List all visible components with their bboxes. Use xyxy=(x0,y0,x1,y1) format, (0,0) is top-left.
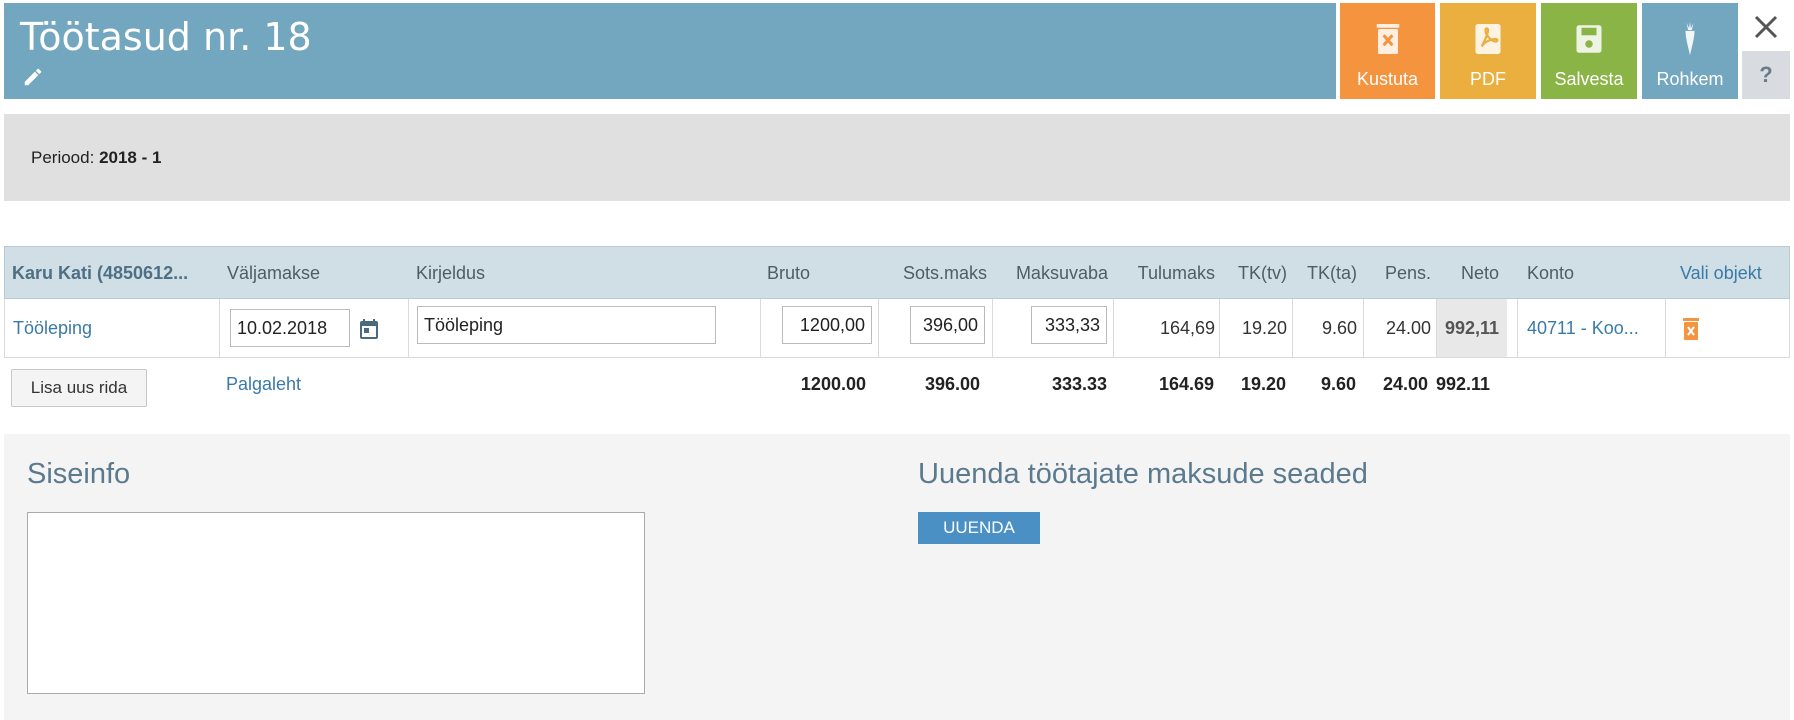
totals-row: Lisa uus rida Palgaleht 1200.00 396.00 3… xyxy=(4,359,1790,419)
bottom-panel: Siseinfo Uuenda töötajate maksude seaded… xyxy=(4,434,1790,720)
total-social-tax: 396.00 xyxy=(924,374,980,394)
trash-icon xyxy=(1376,24,1399,54)
description-input[interactable]: Tööleping xyxy=(417,306,716,344)
col-net: Neto xyxy=(1460,263,1499,283)
pdf-label: PDF xyxy=(1470,69,1506,89)
more-label: Rohkem xyxy=(1656,69,1724,89)
total-tax-free: 333.33 xyxy=(1051,374,1107,394)
col-account: Konto xyxy=(1527,263,1575,283)
account-link[interactable]: 40711 - Koo... xyxy=(1527,299,1639,358)
period-value: 2018 - 1 xyxy=(99,148,162,167)
col-tax-free: Maksuvaba xyxy=(1015,263,1108,283)
total-pension: 24.00 xyxy=(1382,374,1428,394)
payslip-link[interactable]: Palgaleht xyxy=(226,359,301,409)
income-tax-value: 164,69 xyxy=(1159,318,1215,338)
net-value: 992,11 xyxy=(1444,318,1499,338)
gross-input[interactable]: 1200,00 xyxy=(782,306,872,344)
col-employee[interactable]: Karu Kati (4850612... xyxy=(12,247,188,300)
total-income-tax: 164.69 xyxy=(1158,374,1214,394)
internal-notes-textarea[interactable] xyxy=(27,512,645,694)
header-bar: Töötasud nr. 18 xyxy=(4,3,1336,99)
save-label: Salvesta xyxy=(1554,69,1624,89)
tk-tv-value: 19.20 xyxy=(1241,318,1287,338)
close-icon[interactable] xyxy=(1742,3,1790,51)
col-pension: Pens. xyxy=(1384,263,1431,283)
edit-icon[interactable] xyxy=(22,66,44,88)
update-button[interactable]: UUENDA xyxy=(918,512,1040,544)
period-bar: Periood: 2018 - 1 xyxy=(4,114,1790,201)
choose-object-link[interactable]: Vali objekt xyxy=(1680,247,1762,300)
contract-type-link[interactable]: Tööleping xyxy=(13,299,92,358)
total-net: 992.11 xyxy=(1436,374,1491,394)
col-social-tax: Sots.maks xyxy=(902,263,987,283)
calendar-icon[interactable] xyxy=(357,317,381,341)
total-tk-ta: 9.60 xyxy=(1320,374,1356,394)
page-title: Töötasud nr. 18 xyxy=(20,15,312,59)
more-button[interactable]: Rohkem xyxy=(1642,3,1738,99)
delete-row-icon[interactable] xyxy=(1681,317,1701,341)
tax-free-input[interactable]: 333,33 xyxy=(1031,306,1107,344)
total-tk-tv: 19.20 xyxy=(1240,374,1286,394)
table-row: Tööleping 10.02.2018 Tööleping 1200,00 3… xyxy=(4,299,1790,358)
payout-date-input[interactable]: 10.02.2018 xyxy=(230,309,350,347)
pdf-button[interactable]: PDF xyxy=(1440,3,1536,99)
delete-button[interactable]: Kustuta xyxy=(1340,3,1435,99)
pension-value: 24.00 xyxy=(1385,318,1431,338)
col-payout: Väljamakse xyxy=(227,263,321,283)
col-tk-tv: TK(tv) xyxy=(1238,263,1287,283)
col-tk-ta: TK(ta) xyxy=(1306,263,1357,283)
delete-label: Kustuta xyxy=(1356,69,1419,89)
save-button[interactable]: Salvesta xyxy=(1541,3,1637,99)
tk-ta-value: 9.60 xyxy=(1321,318,1357,338)
period-label: Periood: xyxy=(31,148,95,167)
col-income-tax: Tulumaks xyxy=(1137,263,1215,283)
internal-info-title: Siseinfo xyxy=(27,458,131,490)
social-tax-input[interactable]: 396,00 xyxy=(910,306,985,344)
period-text: Periood: 2018 - 1 xyxy=(31,148,161,168)
total-gross: 1200.00 xyxy=(800,374,866,394)
add-row-button[interactable]: Lisa uus rida xyxy=(11,369,147,407)
col-gross: Bruto xyxy=(767,263,811,283)
col-description: Kirjeldus xyxy=(416,263,486,283)
carrot-icon xyxy=(1685,21,1695,56)
table-header: Karu Kati (4850612... Väljamakse Kirjeld… xyxy=(4,246,1790,299)
help-button[interactable]: ? xyxy=(1742,51,1790,99)
update-settings-title: Uuenda töötajate maksude seaded xyxy=(918,458,1368,490)
pdf-icon xyxy=(1475,24,1501,54)
floppy-icon xyxy=(1576,25,1602,53)
